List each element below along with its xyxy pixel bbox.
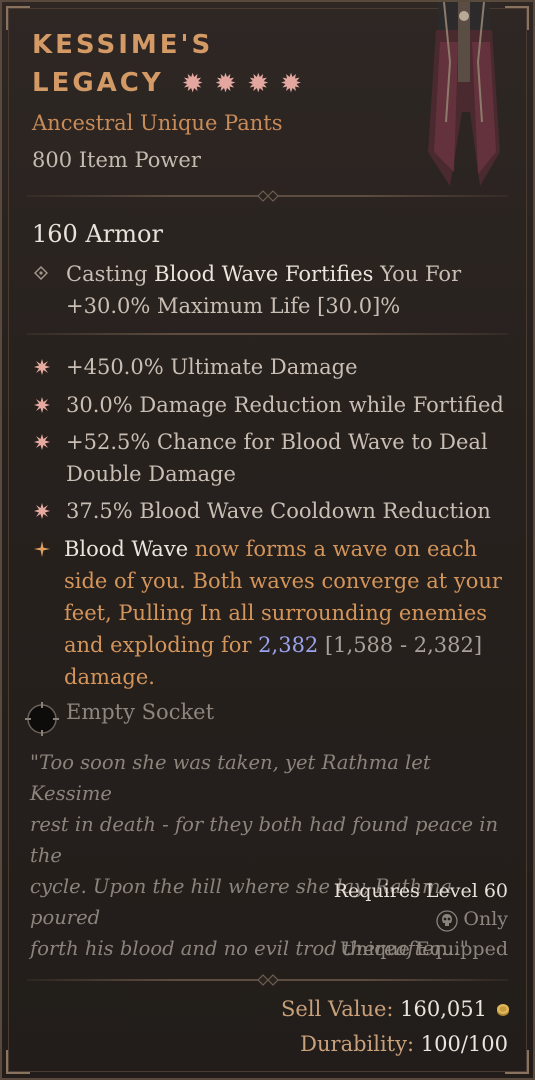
unique-power-line5: damage. — [64, 665, 155, 689]
unique-power-line4: and exploding for 2,382 [1,588 - 2,382] — [64, 629, 482, 661]
star-icon: ✹ — [214, 68, 240, 99]
affix-1: +450.0% Ultimate Damage — [66, 355, 358, 379]
affix-3-line2: Double Damage — [66, 462, 236, 486]
item-name: Kessime's Legacy ✹ ✹ ✹ ✹ — [32, 26, 412, 103]
gold-coin-icon — [497, 1004, 509, 1016]
item-stars: ✹ ✹ ✹ ✹ — [182, 65, 313, 103]
flavor-line1: "Too soon she was taken, yet Rathma let … — [30, 751, 431, 805]
implicit-mid: Fortifies — [278, 262, 374, 286]
flavor-line2: rest in death - for they both had found … — [30, 813, 499, 867]
implicit-suffix: You For — [373, 262, 462, 286]
unique-power-text: now forms a wave on each — [188, 537, 478, 561]
divider-ornament-icon — [256, 974, 279, 986]
necromancer-skull-icon — [436, 910, 458, 932]
implicit-prefix: Casting — [66, 262, 155, 286]
divider-ornament-icon — [256, 190, 279, 202]
section-divider — [27, 333, 508, 335]
unique-power-line2: side of you. Both waves converge at your — [64, 569, 502, 593]
unique-star-bullet-icon — [34, 541, 50, 557]
item-tooltip: Kessime's Legacy ✹ ✹ ✹ ✹ Ancestral Unique P… — [0, 0, 535, 1080]
socket-label: Empty Socket — [66, 700, 215, 724]
affix-2: 30.0% Damage Reduction while Fortified — [66, 393, 504, 417]
starburst-bullet-icon — [34, 503, 50, 519]
frame-corner-ornament — [505, 6, 529, 30]
frame-corner-ornament — [6, 1050, 30, 1074]
implicit-skill: Blood Wave — [154, 262, 279, 286]
frame-corner-ornament — [505, 1050, 529, 1074]
section-divider — [27, 974, 508, 986]
class-restriction: Only — [463, 908, 508, 930]
sell-value: Sell Value: 160,051 — [281, 997, 487, 1021]
affix-3-line1: +52.5% Chance for Blood Wave to Deal — [66, 430, 488, 454]
armor-value: 160 Armor — [32, 220, 163, 248]
pants-item-icon — [428, 2, 500, 186]
affix-4: 37.5% Blood Wave Cooldown Reduction — [66, 499, 491, 523]
sell-value-amount: 160,051 — [400, 997, 487, 1021]
item-power: 800 Item Power — [32, 148, 201, 172]
unique-power-skill: Blood Wave — [64, 537, 189, 561]
item-name-line1: Kessime's — [32, 30, 214, 60]
unique-power-line4-pre: and exploding for — [64, 633, 259, 657]
level-requirement: Requires Level 60 — [333, 880, 508, 902]
starburst-bullet-icon — [34, 434, 50, 450]
sell-value-label: Sell Value: — [281, 997, 401, 1021]
star-icon: ✹ — [181, 68, 207, 99]
item-name-line2-row: Legacy ✹ ✹ ✹ ✹ — [32, 64, 412, 103]
star-icon: ✹ — [247, 68, 273, 99]
unique-power-damage-value: 2,382 — [258, 633, 319, 657]
starburst-bullet-icon — [34, 397, 50, 413]
item-name-line2: Legacy — [32, 68, 164, 98]
diamond-bullet-icon — [34, 266, 48, 280]
unique-power-damage-range: [1,588 - 2,382] — [318, 633, 483, 657]
implicit-line2: +30.0% Maximum Life [30.0]% — [66, 294, 401, 318]
unique-power-line3: feet, Pulling In all surrounding enemies — [64, 601, 488, 625]
unique-equipped: Unique Equipped — [339, 938, 508, 960]
unique-power-line1: Blood Wave now forms a wave on each — [64, 533, 477, 565]
durability: Durability: 100/100 — [300, 1032, 508, 1056]
empty-socket-icon — [25, 702, 59, 736]
starburst-bullet-icon — [34, 359, 50, 375]
frame-corner-ornament — [6, 6, 30, 30]
section-divider — [27, 190, 508, 202]
star-icon: ✹ — [280, 68, 305, 99]
item-type: Ancestral Unique Pants — [32, 111, 283, 135]
durability-value: 100/100 — [420, 1032, 508, 1056]
implicit-line1: Casting Blood Wave Fortifies You For — [66, 258, 461, 290]
durability-label: Durability: — [300, 1032, 421, 1056]
